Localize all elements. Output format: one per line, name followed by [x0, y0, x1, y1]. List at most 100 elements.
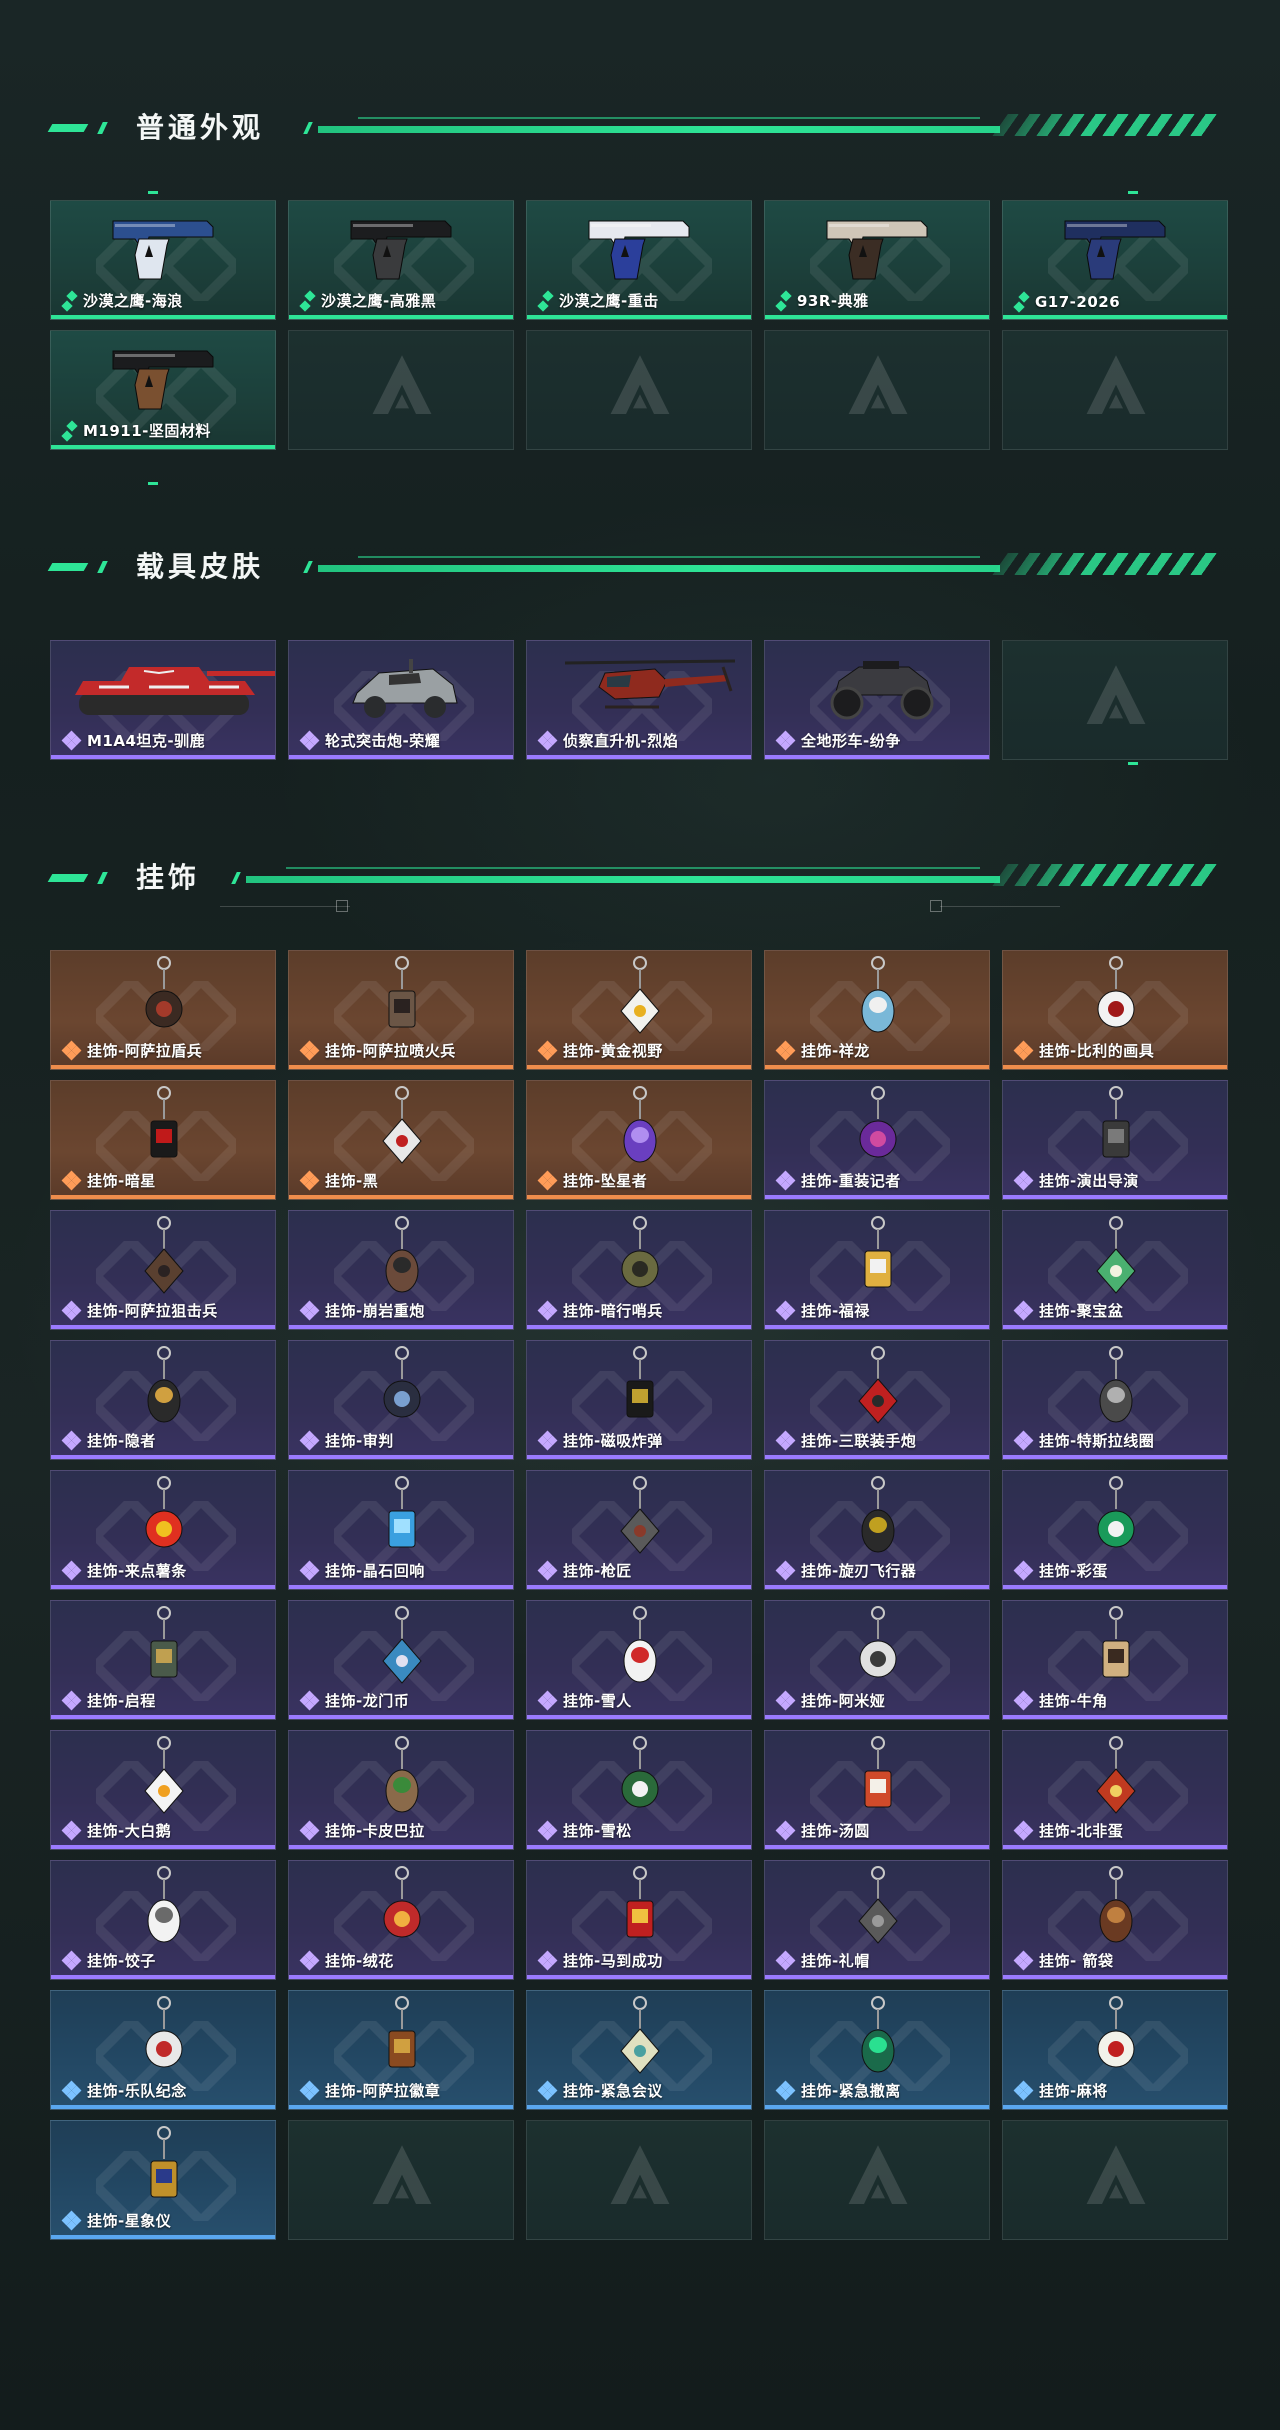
item-card[interactable]: 挂饰-枪匠 [526, 1470, 752, 1590]
item-card[interactable]: 挂饰-特斯拉线圈 [1002, 1340, 1228, 1460]
rarity-bar [1003, 1585, 1227, 1589]
item-label: 挂饰-龙门币 [299, 1690, 410, 1711]
item-card[interactable]: 挂饰-星象仪 [50, 2120, 276, 2240]
item-card[interactable]: 挂饰-审判 [288, 1340, 514, 1460]
item-card[interactable]: 挂饰-彩蛋 [1002, 1470, 1228, 1590]
item-name: 挂饰-聚宝盆 [1039, 1302, 1124, 1320]
item-card[interactable]: 挂饰-三联装手炮 [764, 1340, 990, 1460]
item-card[interactable]: 挂饰-礼帽 [764, 1860, 990, 1980]
item-card[interactable]: 挂饰-雪人 [526, 1600, 752, 1720]
item-card[interactable]: 挂饰-来点薯条 [50, 1470, 276, 1590]
item-label: 轮式突击炮-荣耀 [299, 730, 440, 751]
item-label: G17-2026 [1013, 291, 1120, 313]
item-name: 挂饰-祥龙 [801, 1042, 870, 1060]
rarity-diamond-icon [775, 1430, 796, 1450]
item-card[interactable]: 挂饰-阿萨拉盾兵 [50, 950, 276, 1070]
item-card[interactable]: 挂饰-乐队纪念 [50, 1990, 276, 2110]
item-card[interactable]: 挂饰-坠星者 [526, 1080, 752, 1200]
item-card[interactable]: 挂饰-绒花 [288, 1860, 514, 1980]
item-card[interactable]: 挂饰-牛角 [1002, 1600, 1228, 1720]
rarity-bar [289, 1325, 513, 1329]
item-card[interactable]: 挂饰-启程 [50, 1600, 276, 1720]
item-card[interactable]: 挂饰-饺子 [50, 1860, 276, 1980]
item-label: 挂饰-紧急撤离 [775, 2080, 901, 2101]
item-card[interactable]: G17-2026 [1002, 200, 1228, 320]
item-card[interactable]: 挂饰-阿萨拉徽章 [288, 1990, 514, 2110]
item-label: 挂饰-暗星 [61, 1170, 156, 1191]
item-card[interactable]: 挂饰-北非蛋 [1002, 1730, 1228, 1850]
item-card[interactable]: 沙漠之鹰-重击 [526, 200, 752, 320]
item-name: M1A4坦克-驯鹿 [87, 732, 206, 750]
item-card[interactable]: 挂饰-磁吸炸弹 [526, 1340, 752, 1460]
item-name: 挂饰-饺子 [87, 1952, 156, 1970]
item-card[interactable]: 挂饰-汤圆 [764, 1730, 990, 1850]
item-card[interactable]: 挂饰-紧急撤离 [764, 1990, 990, 2110]
item-name: 挂饰-阿萨拉狙击兵 [87, 1302, 218, 1320]
item-card[interactable]: 挂饰-龙门币 [288, 1600, 514, 1720]
item-card[interactable]: 挂饰-比利的画具 [1002, 950, 1228, 1070]
rarity-diamond-icon [1013, 1170, 1034, 1190]
rarity-bar [1003, 1975, 1227, 1979]
item-card[interactable]: 挂饰-祥龙 [764, 950, 990, 1070]
rarity-diamond-icon [1013, 291, 1030, 313]
item-name: 挂饰-龙门币 [325, 1692, 410, 1710]
item-card[interactable]: 挂饰-黄金视野 [526, 950, 752, 1070]
charm-dragon-icon [861, 956, 895, 1033]
rarity-diamond-icon [775, 1690, 796, 1710]
rarity-diamond-icon [61, 1950, 82, 1970]
item-card[interactable]: 挂饰-隐者 [50, 1340, 276, 1460]
item-name: 挂饰-雪松 [563, 1822, 632, 1840]
rarity-bar [289, 2105, 513, 2109]
rarity-bar [527, 1065, 751, 1069]
item-card[interactable]: 挂饰-紧急会议 [526, 1990, 752, 2110]
item-label: 挂饰-崩岩重炮 [299, 1300, 425, 1321]
item-card[interactable]: 侦察直升机-烈焰 [526, 640, 752, 760]
item-card[interactable]: 挂饰-雪松 [526, 1730, 752, 1850]
item-card[interactable]: 挂饰-麻将 [1002, 1990, 1228, 2110]
item-card[interactable]: 挂饰-卡皮巴拉 [288, 1730, 514, 1850]
rarity-diamond-icon [1013, 1300, 1034, 1320]
item-card[interactable]: 挂饰-马到成功 [526, 1860, 752, 1980]
item-card[interactable]: 轮式突击炮-荣耀 [288, 640, 514, 760]
rarity-diamond-icon [775, 1300, 796, 1320]
item-card[interactable]: 挂饰-阿萨拉喷火兵 [288, 950, 514, 1070]
pistol-deagle-wave-icon [112, 220, 214, 280]
item-card[interactable]: 挂饰-聚宝盆 [1002, 1210, 1228, 1330]
item-card[interactable]: 挂饰-晶石回响 [288, 1470, 514, 1590]
rarity-bar [51, 445, 275, 449]
item-card[interactable]: 挂饰-崩岩重炮 [288, 1210, 514, 1330]
item-card[interactable]: M1911-坚固材料 [50, 330, 276, 450]
item-name: 挂饰-乐队纪念 [87, 2082, 187, 2100]
item-name: 挂饰-雪人 [563, 1692, 632, 1710]
item-card[interactable]: 挂饰-暗星 [50, 1080, 276, 1200]
item-name: 挂饰-来点薯条 [87, 1562, 187, 1580]
empty-slot [526, 2120, 752, 2240]
item-card[interactable]: 全地形车-纷争 [764, 640, 990, 760]
item-card[interactable]: 挂饰-福禄 [764, 1210, 990, 1330]
item-card[interactable]: 沙漠之鹰-高雅黑 [288, 200, 514, 320]
item-card[interactable]: 挂饰-旋刃飞行器 [764, 1470, 990, 1590]
decor-line [940, 906, 1060, 907]
item-card[interactable]: 沙漠之鹰-海浪 [50, 200, 276, 320]
logo-watermark-icon [372, 2145, 432, 2204]
item-name: 挂饰- 箭袋 [1039, 1952, 1114, 1970]
rarity-diamond-icon [537, 1300, 558, 1320]
item-card[interactable]: 挂饰-重装记者 [764, 1080, 990, 1200]
rarity-diamond-icon [775, 730, 796, 750]
item-label: 挂饰-重装记者 [775, 1170, 901, 1191]
item-label: 挂饰-黑 [299, 1170, 378, 1191]
charm-amiya-icon [859, 1606, 897, 1678]
item-card[interactable]: 挂饰-阿萨拉狙击兵 [50, 1210, 276, 1330]
item-card[interactable]: 挂饰-大白鹅 [50, 1730, 276, 1850]
item-card[interactable]: 挂饰- 箭袋 [1002, 1860, 1228, 1980]
charm-golden-vision-icon [620, 956, 660, 1034]
item-name: 挂饰-星象仪 [87, 2212, 172, 2230]
item-card[interactable]: 挂饰-黑 [288, 1080, 514, 1200]
rarity-bar [527, 1455, 751, 1459]
item-card[interactable]: 挂饰-暗行哨兵 [526, 1210, 752, 1330]
item-card[interactable]: 93R-典雅 [764, 200, 990, 320]
item-card[interactable]: M1A4坦克-驯鹿 [50, 640, 276, 760]
item-label: 沙漠之鹰-海浪 [61, 289, 183, 312]
item-card[interactable]: 挂饰-演出导演 [1002, 1080, 1228, 1200]
item-card[interactable]: 挂饰-阿米娅 [764, 1600, 990, 1720]
